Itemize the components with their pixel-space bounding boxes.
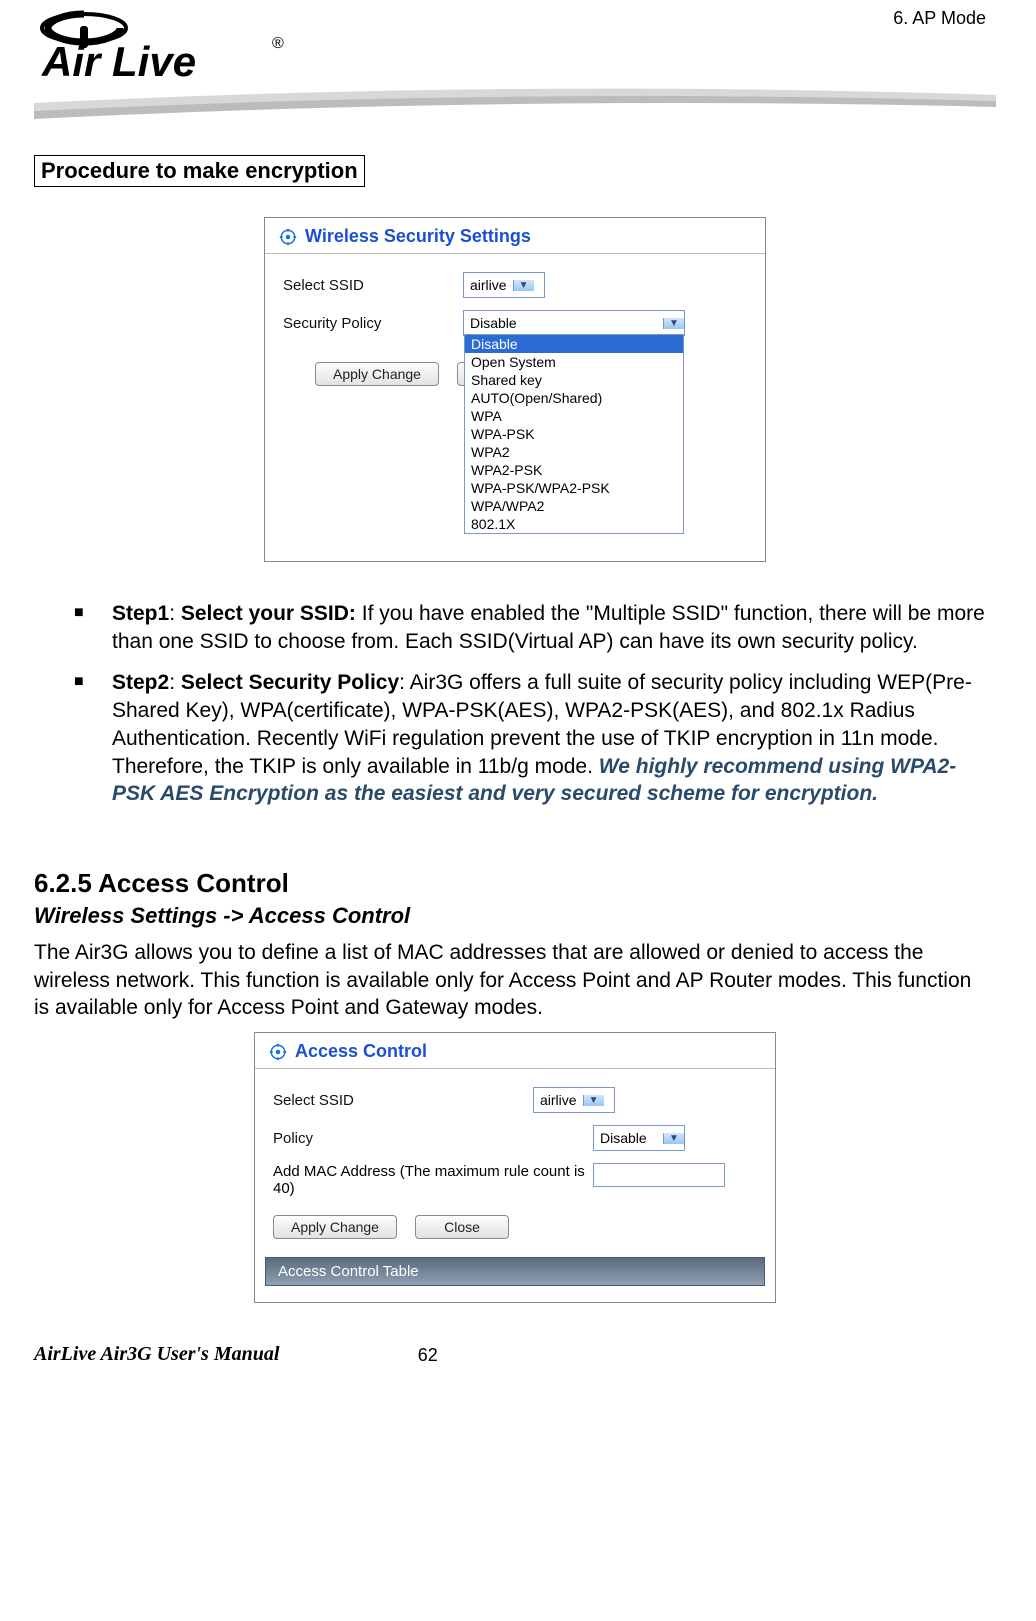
access-control-screenshot: Access Control Select SSID airlive ▼ Pol… — [254, 1032, 776, 1303]
chevron-down-icon: ▼ — [663, 1133, 684, 1144]
dropdown-option[interactable]: WPA2 — [465, 443, 683, 461]
subsection-path: Wireless Settings -> Access Control — [34, 903, 996, 929]
policy-select-value: Disable — [594, 1130, 663, 1146]
footer-manual-title: AirLive Air3G User's Manual — [34, 1343, 279, 1366]
subsection-heading: 6.2.5 Access Control — [34, 868, 996, 899]
dropdown-option[interactable]: WPA/WPA2 — [465, 497, 683, 515]
security-policy-label: Security Policy — [283, 315, 463, 332]
close-button[interactable]: Close — [415, 1215, 509, 1239]
svg-text:®: ® — [272, 35, 284, 52]
gear-icon — [269, 1043, 287, 1061]
dropdown-option[interactable]: WPA2-PSK — [465, 461, 683, 479]
step2-title: Select Security Policy — [181, 671, 399, 694]
step2-lead: Step2 — [112, 671, 169, 694]
page-number: 62 — [418, 1345, 438, 1366]
dropdown-option[interactable]: Disable — [465, 335, 683, 353]
subsection-paragraph: The Air3G allows you to define a list of… — [34, 939, 986, 1022]
dropdown-option[interactable]: Open System — [465, 353, 683, 371]
ssid-select-value: airlive — [464, 277, 513, 293]
security-policy-select[interactable]: Disable ▼ Disable Open System Shared key… — [463, 310, 685, 336]
access-control-table-header: Access Control Table — [265, 1257, 765, 1286]
policy-label: Policy — [273, 1130, 593, 1147]
svg-text:Air Live: Air Live — [41, 38, 196, 85]
dropdown-option[interactable]: WPA-PSK — [465, 425, 683, 443]
dropdown-option[interactable]: AUTO(Open/Shared) — [465, 389, 683, 407]
ssid-select[interactable]: airlive ▼ — [463, 272, 545, 298]
mac-address-label: Add MAC Address (The maximum rule count … — [273, 1163, 593, 1197]
dropdown-option[interactable]: Shared key — [465, 371, 683, 389]
chapter-label: 6. AP Mode — [893, 8, 996, 29]
step-item: Step1: Select your SSID: If you have ena… — [74, 600, 986, 655]
dropdown-option[interactable]: 802.1X — [465, 515, 683, 533]
step1-lead: Step1 — [112, 602, 169, 625]
mac-address-input[interactable] — [593, 1163, 725, 1187]
section-title: Procedure to make encryption — [34, 155, 365, 187]
chevron-down-icon: ▼ — [663, 318, 684, 329]
policy-select[interactable]: Disable ▼ — [593, 1125, 685, 1151]
dropdown-option[interactable]: WPA-PSK/WPA2-PSK — [465, 479, 683, 497]
panel-title-text: Access Control — [295, 1041, 427, 1062]
step1-title: Select your SSID: — [181, 602, 356, 625]
security-policy-dropdown[interactable]: Disable Open System Shared key AUTO(Open… — [464, 334, 684, 534]
chevron-down-icon: ▼ — [513, 280, 534, 291]
security-policy-value: Disable — [464, 315, 663, 331]
gear-icon — [279, 228, 297, 246]
header-swoosh — [34, 85, 996, 125]
wireless-security-screenshot: Wireless Security Settings Select SSID a… — [264, 217, 766, 562]
apply-change-button[interactable]: Apply Change — [273, 1215, 397, 1239]
brand-logo: Air Live ® — [34, 8, 304, 91]
chevron-down-icon: ▼ — [583, 1095, 604, 1106]
panel-title-text: Wireless Security Settings — [305, 226, 531, 247]
ssid-select[interactable]: airlive ▼ — [533, 1087, 615, 1113]
step-item: Step2: Select Security Policy: Air3G off… — [74, 669, 986, 808]
ssid-select-value: airlive — [534, 1092, 583, 1108]
ssid-label: Select SSID — [283, 277, 463, 294]
apply-change-button[interactable]: Apply Change — [315, 362, 439, 386]
ssid-label: Select SSID — [273, 1092, 533, 1109]
dropdown-option[interactable]: WPA — [465, 407, 683, 425]
